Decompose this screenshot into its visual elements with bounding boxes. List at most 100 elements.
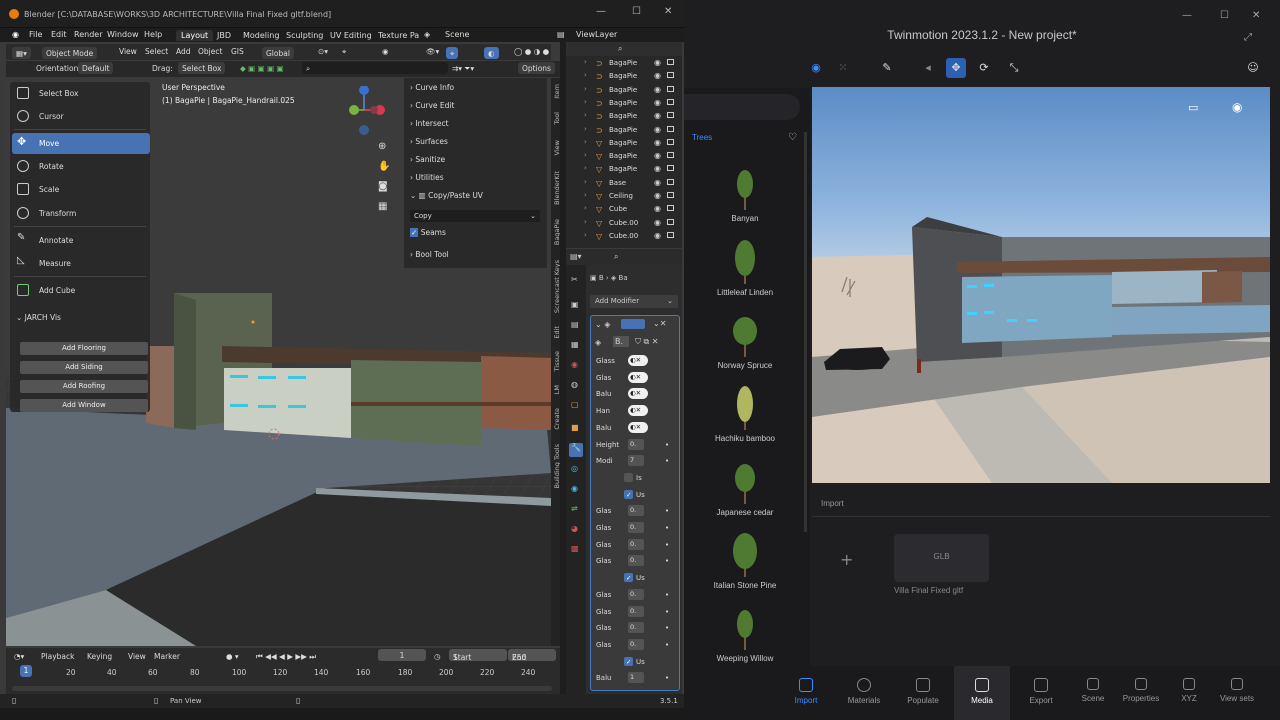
snap-icon[interactable]: ⌖ [342, 47, 346, 57]
transform-orientation-dropdown[interactable]: Global [262, 47, 294, 59]
maximize-icon[interactable]: ☐ [632, 6, 641, 17]
checkbox-icon[interactable]: ✓ [624, 573, 633, 583]
overlay-toggle[interactable]: ◐ [484, 47, 499, 59]
grid-dots-icon[interactable]: ⁙ [836, 61, 850, 75]
glb-thumbnail[interactable]: GLB [894, 534, 989, 582]
fullscreen-icon[interactable]: ⤢ [1244, 32, 1252, 43]
media-tab[interactable]: Media [954, 666, 1010, 720]
favorite-heart-icon[interactable]: ♡ [788, 132, 797, 143]
expand-arrow-icon[interactable]: › [584, 71, 587, 79]
value-field[interactable]: 7 [628, 455, 644, 467]
modifier-input-row[interactable]: Glas 0. • [594, 638, 682, 652]
check-circle-icon[interactable]: ◉ [809, 61, 823, 75]
modifier-input-row[interactable]: Modi 7 • [594, 454, 682, 468]
texture-tab-icon[interactable]: ▩ [571, 544, 579, 553]
editor-type-button[interactable]: ▦▾ [12, 47, 31, 59]
tree-asset[interactable]: Hachiku bamboo [695, 384, 795, 443]
outliner-row[interactable]: › ▽ Cube.00 ◉ [566, 229, 682, 242]
tool-annotate[interactable]: ✎ Annotate [12, 230, 150, 251]
outliner-row[interactable]: › ⊃ BagaPie ◉ [566, 83, 682, 96]
expand-arrow-icon[interactable]: › [584, 58, 587, 66]
collection-tab-icon[interactable]: ▢ [571, 400, 579, 409]
panel-surfaces[interactable]: › Surfaces [410, 137, 448, 146]
modifier-input-row[interactable]: ✓ Us [594, 655, 682, 669]
tool-select-box[interactable]: Select Box [12, 83, 150, 104]
seams-checkbox[interactable]: ✓ Seams [410, 228, 446, 237]
rotate-icon[interactable]: ⟳ [977, 61, 991, 75]
panel-sanitize[interactable]: › Sanitize [410, 155, 445, 164]
value-field[interactable]: 0. [628, 588, 644, 600]
copy-dropdown[interactable]: Copy ⌄ [410, 210, 540, 222]
pan-hand-icon[interactable]: ✋ [378, 161, 390, 172]
modifier-input-row[interactable]: Glas 0. • [594, 588, 682, 602]
menu-gis[interactable]: GIS [231, 47, 244, 56]
outliner-row[interactable]: › ▽ BagaPie ◉ [566, 136, 682, 149]
output-tab-icon[interactable]: ▤ [571, 320, 579, 329]
outliner-row[interactable]: › ▽ BagaPie ◉ [566, 149, 682, 162]
keyframe-dot-icon[interactable]: • [665, 524, 669, 532]
particles-tab-icon[interactable]: ◎ [571, 464, 578, 473]
close-icon[interactable]: ⌄✕ [653, 319, 666, 328]
filter-icon[interactable]: ⇉▾ ⏷▾ [452, 64, 474, 74]
back-icon[interactable]: ◂ [921, 61, 935, 75]
viewport-search-input[interactable]: ⌕ [302, 62, 448, 74]
end-frame-field[interactable]: End 250 [508, 649, 556, 662]
tool-add-cube[interactable]: Add Cube [12, 280, 150, 301]
eye-icon[interactable]: ◉ [654, 71, 661, 80]
outliner-row[interactable]: › ⊃ BagaPie ◉ [566, 56, 682, 69]
start-frame-field[interactable]: Start 1 [449, 649, 507, 662]
add-plus-icon[interactable]: + [840, 550, 853, 569]
tool-transform[interactable]: Transform [12, 203, 150, 224]
eye-icon[interactable]: ◉ [654, 218, 661, 227]
camera-render-icon[interactable] [667, 218, 674, 225]
modifier-input-row[interactable]: Han ◐✕ [594, 404, 682, 418]
expand-arrow-icon[interactable]: › [584, 191, 587, 199]
panel-bool-tool[interactable]: › Bool Tool [410, 250, 449, 259]
outliner-row[interactable]: › ▽ Base ◉ [566, 176, 682, 189]
camera-render-icon[interactable] [667, 98, 674, 105]
material-picker-icon[interactable]: ◐✕ [628, 355, 648, 366]
eye-icon[interactable]: ◉ [654, 98, 661, 107]
physics-tab-icon[interactable]: ◉ [571, 484, 578, 493]
menu-select[interactable]: Select [145, 47, 168, 56]
pipette-icon[interactable]: ✎ [880, 61, 894, 75]
value-field[interactable]: 0. [628, 555, 644, 567]
tool-scale[interactable]: Scale [12, 179, 150, 200]
eye-icon[interactable]: ◉ [654, 231, 661, 240]
eye-icon[interactable]: ◉ [654, 151, 661, 160]
keyframe-dot-icon[interactable]: • [665, 557, 669, 565]
add-window-button[interactable]: Add Window [20, 399, 148, 412]
outliner-row[interactable]: › ▽ Ceiling ◉ [566, 189, 682, 202]
jarch-panel-title[interactable]: ⌄ JARCH Vis [16, 313, 61, 322]
eye-icon[interactable]: ◉ [654, 178, 661, 187]
clock-icon[interactable]: ◷ [434, 652, 441, 661]
modifier-input-row[interactable]: Glas 0. • [594, 621, 682, 635]
camera-render-icon[interactable] [667, 165, 674, 172]
modifier-input-row[interactable]: Balu 1 • [594, 671, 682, 685]
add-modifier-dropdown[interactable]: Add Modifier ⌄ [590, 295, 678, 308]
minimize-icon[interactable]: — [596, 6, 606, 17]
search-icon[interactable]: ⌕ [618, 44, 622, 54]
value-field[interactable]: 0. [628, 505, 644, 517]
outliner-row[interactable]: › ⊃ BagaPie ◉ [566, 96, 682, 109]
eye-icon[interactable]: ◉ [654, 58, 661, 67]
outliner-row[interactable]: › ▽ Cube.00 ◉ [566, 216, 682, 229]
camera-render-icon[interactable] [667, 72, 674, 79]
current-frame-field[interactable]: 1 [378, 649, 426, 661]
navigation-gizmo[interactable] [344, 85, 394, 136]
eye-icon[interactable]: ◉ [654, 164, 661, 173]
frame-toggle-icon[interactable]: ▭ [1188, 101, 1198, 114]
value-field[interactable]: 1 [628, 672, 644, 684]
modifier-name-field[interactable] [621, 319, 645, 329]
modifier-input-row[interactable]: ✓ Us [594, 571, 682, 585]
keyframe-dot-icon[interactable]: • [665, 457, 669, 465]
camera-render-icon[interactable] [667, 152, 674, 159]
keying-menu[interactable]: Keying [87, 652, 112, 661]
scene-tab-icon[interactable]: ◉ [571, 360, 578, 369]
keyframe-dot-icon[interactable]: • [665, 608, 669, 616]
eye-icon[interactable]: ◉ [654, 204, 661, 213]
menu-window[interactable]: Window [107, 30, 139, 39]
modifier-input-row[interactable]: ✓ Us [594, 488, 682, 502]
tab-sculpting[interactable]: Sculpting [281, 30, 328, 41]
value-field[interactable]: 0. [628, 538, 644, 550]
